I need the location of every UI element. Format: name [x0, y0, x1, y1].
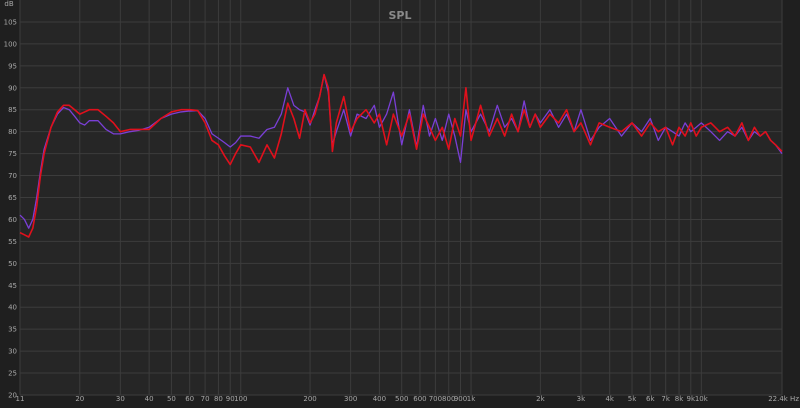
- y-tick-label: 50: [8, 260, 17, 268]
- x-tick-label: 1k: [467, 395, 476, 403]
- x-tick-label: 100: [234, 395, 247, 403]
- x-tick-label: 20: [75, 395, 84, 403]
- x-tick-label: 600: [413, 395, 426, 403]
- x-tick-label: 70: [201, 395, 210, 403]
- x-tick-label: 80: [214, 395, 223, 403]
- x-tick-label: 40: [145, 395, 154, 403]
- y-tick-label: 25: [8, 370, 17, 378]
- y-tick-label: 95: [8, 62, 17, 70]
- x-tick-label: 7k: [661, 395, 670, 403]
- x-tick-label: 30: [116, 395, 125, 403]
- x-tick-label: 3k: [577, 395, 586, 403]
- y-tick-label: 100: [4, 40, 17, 48]
- x-tick-label: 8k: [675, 395, 684, 403]
- y-tick-label: 75: [8, 150, 17, 158]
- x-tick-label: 2k: [536, 395, 545, 403]
- x-tick-label: 900: [454, 395, 467, 403]
- x-tick-label: 6k: [646, 395, 655, 403]
- x-tick-label: 11: [16, 395, 25, 403]
- x-tick-label: 5k: [628, 395, 637, 403]
- x-tick-label: 400: [373, 395, 386, 403]
- y-tick-label: 55: [8, 238, 17, 246]
- y-tick-label: 30: [8, 348, 17, 356]
- x-tick-label: 200: [303, 395, 316, 403]
- chart-title: SPL: [389, 9, 412, 22]
- x-tick-labels: 11 20 30 40 50 60 70 80 90 100 200 300 400 500 600 700 8…: [16, 395, 800, 403]
- y-tick-label: 85: [8, 106, 17, 114]
- spl-chart: 20 25 30 35 40 45 50 55 60 65 70 75 80 85 90 95 100 105 1…: [0, 0, 800, 404]
- y-axis-unit-label: dB: [4, 0, 13, 8]
- x-tick-label: 700: [429, 395, 442, 403]
- y-tick-label: 60: [8, 216, 17, 224]
- x-tick-label: 50: [167, 395, 176, 403]
- y-tick-label: 35: [8, 326, 17, 334]
- y-tick-labels: 20253035404550556065707580859095100105: [4, 18, 17, 399]
- y-tick-label: 40: [8, 304, 17, 312]
- x-tick-label: 4k: [605, 395, 614, 403]
- y-tick-label: 90: [8, 84, 17, 92]
- y-tick-label: 80: [8, 128, 17, 136]
- x-tick-label: 60: [185, 395, 194, 403]
- y-tick-label: 105: [4, 18, 17, 26]
- chart-canvas: 20 25 30 35 40 45 50 55 60 65 70 75 80 85 90 95 100 105 1…: [4, 0, 800, 403]
- y-tick-label: 70: [8, 172, 17, 180]
- y-tick-label: 45: [8, 282, 17, 290]
- x-tick-label: 300: [344, 395, 357, 403]
- x-tick-label: 10k: [695, 395, 709, 403]
- x-tick-label: 500: [395, 395, 408, 403]
- y-tick-label: 65: [8, 194, 17, 202]
- x-tick-label: 22.4k Hz: [768, 395, 799, 403]
